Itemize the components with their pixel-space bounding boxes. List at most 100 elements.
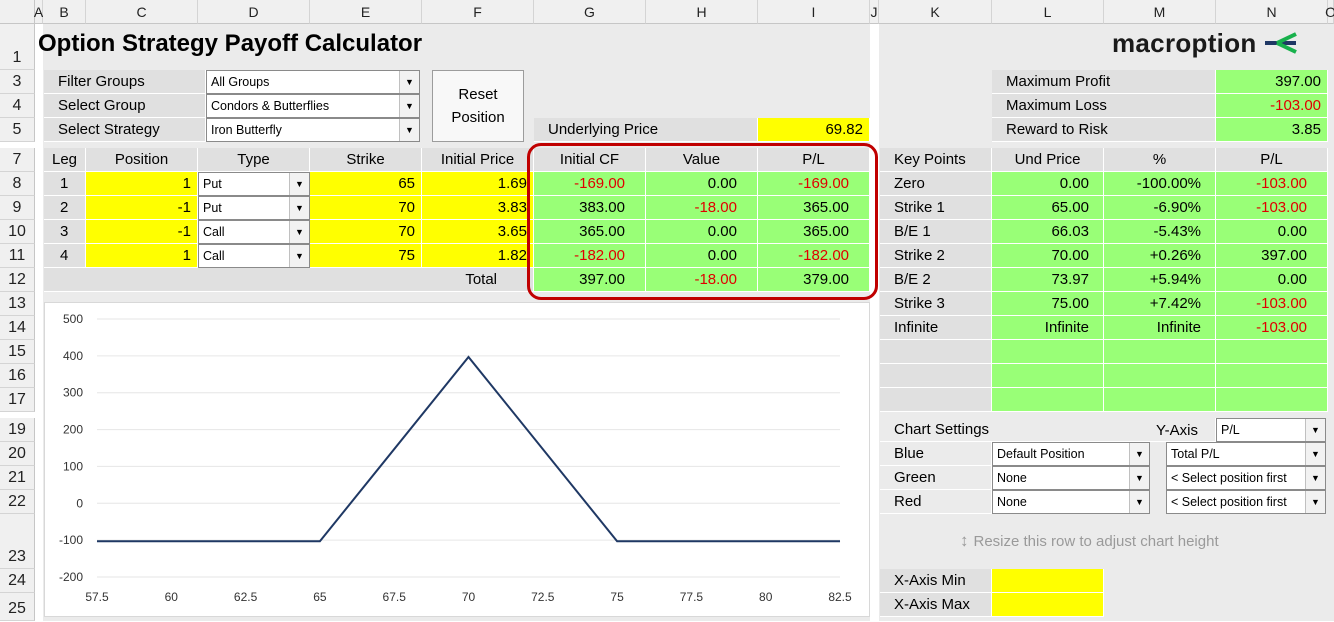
dropdown-arrow-icon[interactable]: ▼ (1305, 443, 1325, 465)
x-tick-label: 67.5 (383, 590, 407, 604)
column-header[interactable]: E (310, 0, 422, 24)
leg-type-dropdown[interactable]: Put▼ (198, 172, 310, 196)
row-header[interactable]: 21 (0, 466, 35, 490)
leg-price-input[interactable]: 1.69 (422, 172, 534, 196)
row-header[interactable]: 8 (0, 172, 35, 196)
row-header[interactable]: 10 (0, 220, 35, 244)
leg-strike-input[interactable]: 70 (310, 196, 422, 220)
leg-position-input[interactable]: 1 (86, 244, 198, 268)
dropdown-arrow-icon[interactable]: ▼ (289, 173, 309, 195)
page-title: Option Strategy Payoff Calculator (38, 30, 422, 58)
dropdown-arrow-icon[interactable]: ▼ (399, 119, 419, 141)
keypoint-pct (1104, 364, 1216, 388)
dropdown-arrow-icon[interactable]: ▼ (1129, 491, 1149, 513)
xaxis-min-input[interactable] (992, 569, 1104, 593)
row-header[interactable]: 5 (0, 118, 35, 142)
column-header[interactable]: F (422, 0, 534, 24)
row-header[interactable]: 19 (0, 418, 35, 442)
chart-series-dropdown[interactable]: < Select position first▼ (1166, 490, 1326, 514)
column-header[interactable]: G (534, 0, 646, 24)
header-und-price: Und Price (992, 148, 1104, 172)
column-header[interactable]: D (198, 0, 310, 24)
row-header[interactable]: 22 (0, 490, 35, 514)
row-header[interactable]: 3 (0, 70, 35, 94)
reset-position-button[interactable]: Reset Position (432, 70, 524, 142)
row-header[interactable]: 14 (0, 316, 35, 340)
row-header[interactable]: 7 (0, 148, 35, 172)
underlying-price-input[interactable]: 69.82 (758, 118, 870, 142)
row-header[interactable]: 25 (0, 593, 35, 621)
column-header[interactable]: L (992, 0, 1104, 24)
dropdown-arrow-icon[interactable]: ▼ (1305, 467, 1325, 489)
keypoint-name (880, 388, 992, 412)
leg-type-dropdown[interactable]: Call▼ (198, 244, 310, 268)
row-header[interactable]: 12 (0, 268, 35, 292)
column-header[interactable]: K (879, 0, 992, 24)
leg-type-dropdown[interactable]: Put▼ (198, 196, 310, 220)
column-header[interactable]: N (1216, 0, 1328, 24)
row-header[interactable]: 17 (0, 388, 35, 412)
column-header[interactable]: J (870, 0, 879, 24)
leg-strike-input[interactable]: 70 (310, 220, 422, 244)
leg-strike-input[interactable]: 75 (310, 244, 422, 268)
dropdown-arrow-icon[interactable]: ▼ (399, 95, 419, 117)
keypoint-pl: -103.00 (1216, 196, 1328, 220)
row-header[interactable]: 16 (0, 364, 35, 388)
row-header[interactable]: 4 (0, 94, 35, 118)
header-leg: Leg (44, 148, 86, 172)
column-header[interactable]: M (1104, 0, 1216, 24)
payoff-chart[interactable]: 5004003002001000-100-20057.56062.56567.5… (44, 302, 870, 617)
column-header[interactable]: H (646, 0, 758, 24)
chart-position-dropdown[interactable]: Default Position▼ (992, 442, 1150, 466)
row-header[interactable]: 23 (0, 514, 35, 569)
row-header[interactable]: 9 (0, 196, 35, 220)
select-all-corner[interactable] (0, 0, 35, 24)
chart-setting-label: Blue (880, 442, 992, 466)
leg-price-input[interactable]: 3.65 (422, 220, 534, 244)
dropdown-arrow-icon[interactable]: ▼ (1305, 491, 1325, 513)
leg-position-input[interactable]: -1 (86, 196, 198, 220)
keypoint-und-price: 65.00 (992, 196, 1104, 220)
column-header[interactable]: B (43, 0, 86, 24)
leg-position-input[interactable]: 1 (86, 172, 198, 196)
leg-type-dropdown[interactable]: Call▼ (198, 220, 310, 244)
dropdown-arrow-icon[interactable]: ▼ (289, 245, 309, 267)
row-header[interactable]: 13 (0, 292, 35, 316)
xaxis-max-input[interactable] (992, 593, 1104, 617)
column-header[interactable]: A (35, 0, 43, 24)
row-header[interactable]: 15 (0, 340, 35, 364)
keypoint-pct: +0.26% (1104, 244, 1216, 268)
keypoint-und-price (992, 364, 1104, 388)
row-header[interactable]: 24 (0, 569, 35, 593)
column-header[interactable]: I (758, 0, 870, 24)
dropdown-arrow-icon[interactable]: ▼ (289, 197, 309, 219)
dropdown-arrow-icon[interactable]: ▼ (399, 71, 419, 93)
chart-series-dropdown[interactable]: < Select position first ▼ (1166, 466, 1326, 490)
leg-strike-input[interactable]: 65 (310, 172, 422, 196)
row-header[interactable]: 11 (0, 244, 35, 268)
row-header[interactable]: 1 (0, 24, 35, 70)
chart-position-dropdown[interactable]: None ▼ (992, 466, 1150, 490)
filter-groups-label: Filter Groups (44, 70, 206, 94)
chart-series-value: < Select position first (1171, 471, 1287, 485)
leg-price-input[interactable]: 3.83 (422, 196, 534, 220)
chart-position-value: None (997, 495, 1027, 509)
dropdown-arrow-icon[interactable]: ▼ (1305, 419, 1325, 441)
chart-series-dropdown[interactable]: Total P/L▼ (1166, 442, 1326, 466)
row-header[interactable]: 20 (0, 442, 35, 466)
yaxis-dropdown[interactable]: P/L ▼ (1216, 418, 1326, 442)
leg-price-input[interactable]: 1.82 (422, 244, 534, 268)
dropdown-arrow-icon[interactable]: ▼ (289, 221, 309, 243)
column-header[interactable]: C (86, 0, 198, 24)
select-strategy-label: Select Strategy (44, 118, 206, 142)
select-group-dropdown[interactable]: Condors & Butterflies ▼ (206, 94, 420, 118)
select-strategy-dropdown[interactable]: Iron Butterfly ▼ (206, 118, 420, 142)
column-header[interactable]: O (1328, 0, 1334, 24)
chart-position-value: None (997, 471, 1027, 485)
filter-groups-dropdown[interactable]: All Groups ▼ (206, 70, 420, 94)
chart-position-dropdown[interactable]: None ▼ (992, 490, 1150, 514)
leg-position-input[interactable]: -1 (86, 220, 198, 244)
dropdown-arrow-icon[interactable]: ▼ (1129, 443, 1149, 465)
max-loss-label: Maximum Loss (992, 94, 1216, 118)
dropdown-arrow-icon[interactable]: ▼ (1129, 467, 1149, 489)
